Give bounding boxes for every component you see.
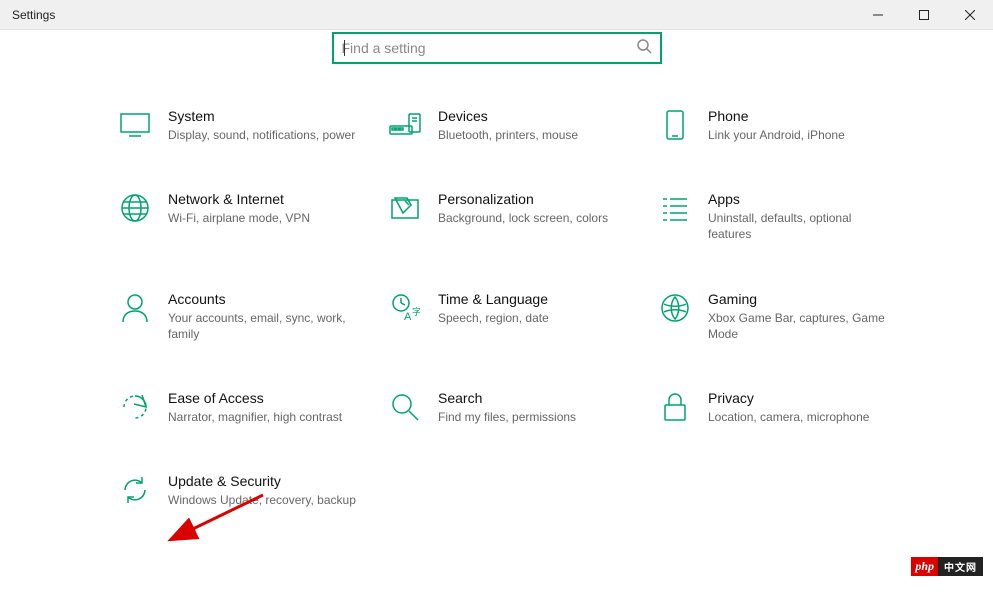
category-desc: Display, sound, notifications, power	[168, 127, 355, 143]
titlebar: Settings	[0, 0, 993, 30]
category-search[interactable]: Search Find my files, permissions	[388, 390, 658, 425]
category-text: Phone Link your Android, iPhone	[708, 108, 845, 143]
category-system[interactable]: System Display, sound, notifications, po…	[118, 108, 388, 143]
category-phone[interactable]: Phone Link your Android, iPhone	[658, 108, 928, 143]
category-text: Network & Internet Wi-Fi, airplane mode,…	[168, 191, 310, 226]
category-apps[interactable]: Apps Uninstall, defaults, optional featu…	[658, 191, 928, 242]
category-grid: System Display, sound, notifications, po…	[0, 108, 993, 508]
watermark-right: 中文网	[938, 557, 983, 576]
category-desc: Location, camera, microphone	[708, 409, 869, 425]
content: System Display, sound, notifications, po…	[0, 32, 993, 528]
system-icon	[118, 108, 152, 142]
category-update-security[interactable]: Update & Security Windows Update, recove…	[118, 473, 388, 508]
window-title: Settings	[0, 8, 55, 22]
svg-text:A: A	[404, 311, 412, 323]
search-category-icon	[388, 390, 422, 424]
category-desc: Wi-Fi, airplane mode, VPN	[168, 210, 310, 226]
category-text: Search Find my files, permissions	[438, 390, 576, 425]
category-text: Update & Security Windows Update, recove…	[168, 473, 356, 508]
category-desc: Narrator, magnifier, high contrast	[168, 409, 342, 425]
category-gaming[interactable]: Gaming Xbox Game Bar, captures, Game Mod…	[658, 291, 928, 342]
category-desc: Xbox Game Bar, captures, Game Mode	[708, 310, 898, 342]
maximize-button[interactable]	[901, 0, 947, 30]
category-desc: Windows Update, recovery, backup	[168, 492, 356, 508]
category-title: Phone	[708, 108, 845, 124]
category-time-language[interactable]: A字 Time & Language Speech, region, date	[388, 291, 658, 342]
category-desc: Background, lock screen, colors	[438, 210, 608, 226]
search-box[interactable]	[332, 32, 662, 64]
update-icon	[118, 473, 152, 507]
maximize-icon	[919, 10, 929, 20]
category-privacy[interactable]: Privacy Location, camera, microphone	[658, 390, 928, 425]
search-row	[0, 32, 993, 64]
category-title: Network & Internet	[168, 191, 310, 207]
category-text: Devices Bluetooth, printers, mouse	[438, 108, 578, 143]
category-desc: Speech, region, date	[438, 310, 549, 326]
search-icon	[636, 38, 652, 59]
category-desc: Uninstall, defaults, optional features	[708, 210, 898, 242]
category-personalization[interactable]: Personalization Background, lock screen,…	[388, 191, 658, 242]
minimize-icon	[873, 10, 883, 20]
category-text: Privacy Location, camera, microphone	[708, 390, 869, 425]
category-text: Time & Language Speech, region, date	[438, 291, 549, 326]
category-desc: Your accounts, email, sync, work, family	[168, 310, 358, 342]
minimize-button[interactable]	[855, 0, 901, 30]
category-title: Time & Language	[438, 291, 549, 307]
watermark: php 中文网	[911, 557, 983, 576]
category-text: Personalization Background, lock screen,…	[438, 191, 608, 226]
category-title: Ease of Access	[168, 390, 342, 406]
lock-icon	[658, 390, 692, 424]
watermark-left: php	[911, 557, 938, 576]
time-language-icon: A字	[388, 291, 422, 325]
category-title: Privacy	[708, 390, 869, 406]
category-text: Ease of Access Narrator, magnifier, high…	[168, 390, 342, 425]
accounts-icon	[118, 291, 152, 325]
category-title: Accounts	[168, 291, 358, 307]
category-text: Apps Uninstall, defaults, optional featu…	[708, 191, 898, 242]
devices-icon	[388, 108, 422, 142]
text-caret	[344, 40, 345, 56]
category-text: System Display, sound, notifications, po…	[168, 108, 355, 143]
category-desc: Link your Android, iPhone	[708, 127, 845, 143]
close-button[interactable]	[947, 0, 993, 30]
globe-icon	[118, 191, 152, 225]
close-icon	[965, 10, 975, 20]
category-title: Gaming	[708, 291, 898, 307]
search-input[interactable]	[342, 40, 652, 56]
category-text: Accounts Your accounts, email, sync, wor…	[168, 291, 358, 342]
apps-icon	[658, 191, 692, 225]
window-controls	[855, 0, 993, 30]
category-title: Devices	[438, 108, 578, 124]
gaming-icon	[658, 291, 692, 325]
category-devices[interactable]: Devices Bluetooth, printers, mouse	[388, 108, 658, 143]
category-accounts[interactable]: Accounts Your accounts, email, sync, wor…	[118, 291, 388, 342]
svg-text:字: 字	[412, 306, 420, 317]
category-text: Gaming Xbox Game Bar, captures, Game Mod…	[708, 291, 898, 342]
category-title: Search	[438, 390, 576, 406]
phone-icon	[658, 108, 692, 142]
category-network[interactable]: Network & Internet Wi-Fi, airplane mode,…	[118, 191, 388, 242]
category-desc: Bluetooth, printers, mouse	[438, 127, 578, 143]
category-title: System	[168, 108, 355, 124]
category-ease-of-access[interactable]: Ease of Access Narrator, magnifier, high…	[118, 390, 388, 425]
category-title: Personalization	[438, 191, 608, 207]
ease-icon	[118, 390, 152, 424]
personalization-icon	[388, 191, 422, 225]
category-title: Update & Security	[168, 473, 356, 489]
category-desc: Find my files, permissions	[438, 409, 576, 425]
category-title: Apps	[708, 191, 898, 207]
